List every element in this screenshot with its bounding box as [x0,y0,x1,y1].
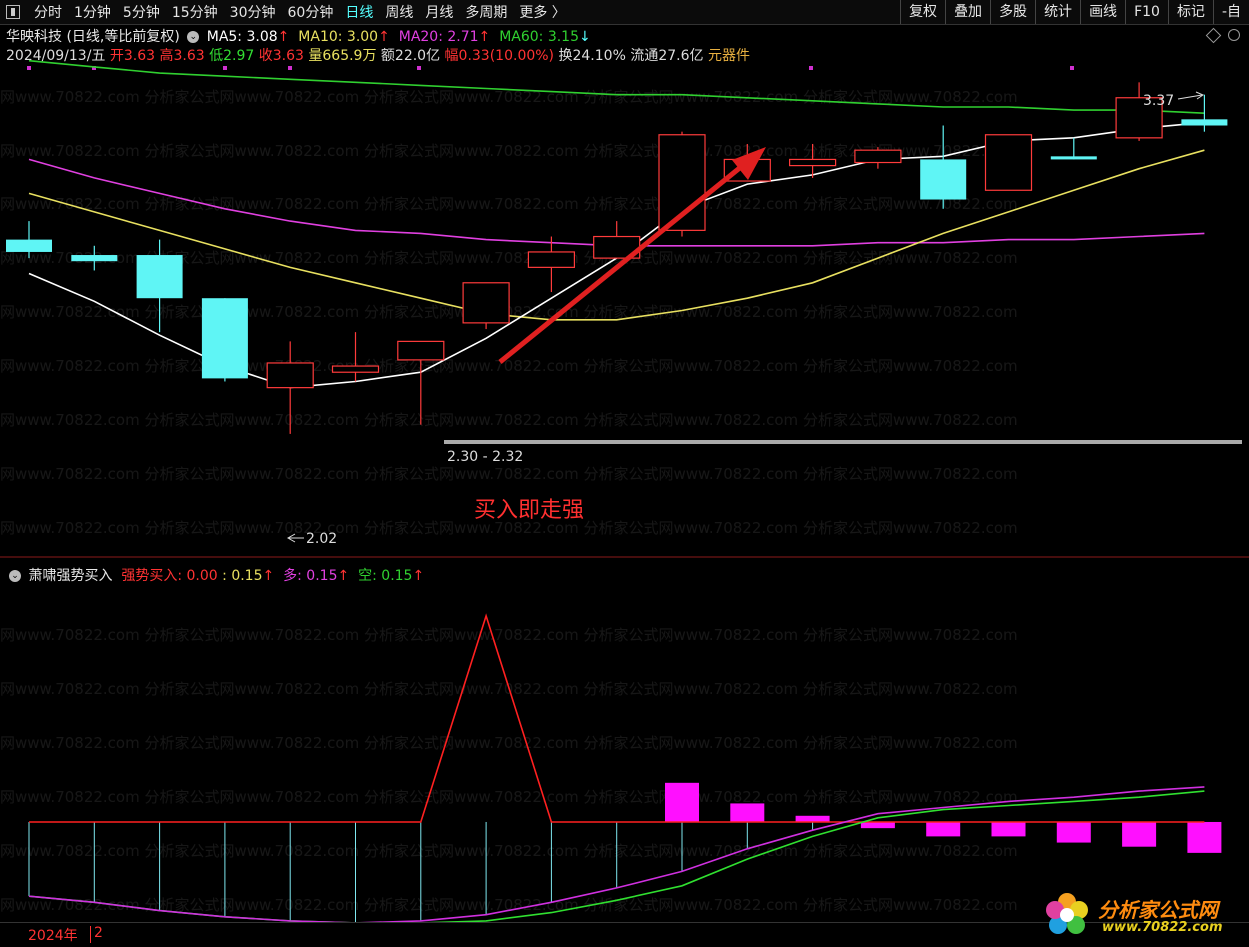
indicator-bar [795,815,830,822]
indicator-value: : 0.15 [222,568,263,584]
top-marker [288,66,292,70]
indicator-bar [1056,821,1091,843]
indicator-layer [28,613,1222,924]
indicator-bar [860,821,895,829]
candle-body [462,282,510,324]
candle-body [136,255,183,299]
candle-body [1050,156,1097,160]
kline-chart: 3.37 2.02 2.30 - 2.32 买入即走强 [0,59,1249,924]
ma60-line [28,59,1205,114]
indicator-duo-up-icon: ↑ [337,568,350,584]
candle-body [201,298,248,379]
indicator-kong-up-icon: ↑ [412,568,425,584]
indicator-header: ⌄ 萧啸强势买入 强势买入: 0.00 : 0.15↑ 多: 0.15↑ 空: … [6,565,424,585]
indicator-duo: 多: 0.15 [283,568,338,584]
candle-body [920,159,967,200]
indicator-name: 萧啸强势买入 [28,568,113,584]
indicator-bar [730,803,765,822]
top-marker [27,66,31,70]
low-price-label: 2.02 [306,531,337,547]
candle-body [527,251,576,268]
top-marker [223,66,227,70]
candle-body [71,255,118,262]
indicator-dropdown-icon[interactable]: ⌄ [9,570,21,582]
candles-layer [6,59,1228,434]
indicator-value-up-icon: ↑ [262,568,275,584]
logo-url: www.70822.com [1102,920,1223,935]
indicator-bar [926,821,961,837]
candle-body [331,365,380,373]
candle-body [1181,119,1228,126]
page-label: 2 [94,925,103,941]
candle-body [788,158,837,167]
high-price-label: 3.37 [1143,93,1174,109]
indicator-bar [1122,821,1157,847]
candle-body [854,149,902,164]
candle-body [397,340,445,361]
top-marker [417,66,421,70]
candle-body [984,134,1033,191]
range-label: 2.30 - 2.32 [447,449,523,465]
top-marker [809,66,813,70]
candle-body [266,362,314,389]
indicator-kong: 空: 0.15 [358,568,413,584]
buy-annotation-text: 买入即走强 [474,498,584,523]
logo-name: 分析家公式网 [1098,898,1218,922]
indicator-bar [665,782,699,822]
support-line [444,440,1242,444]
candle-body [6,239,52,252]
indicator-bar [991,821,1026,837]
indicator-bar [1187,821,1222,853]
flower-logo-icon [1046,893,1088,934]
bottom-divider [90,926,91,943]
site-logo: 分析家公式网 www.70822.com [1042,890,1242,940]
year-label: 2024年 [28,928,78,944]
indicator-buy-label: 强势买入: 0.00 [121,568,218,584]
strong-buy-line [29,613,1205,823]
top-marker [1070,66,1074,70]
